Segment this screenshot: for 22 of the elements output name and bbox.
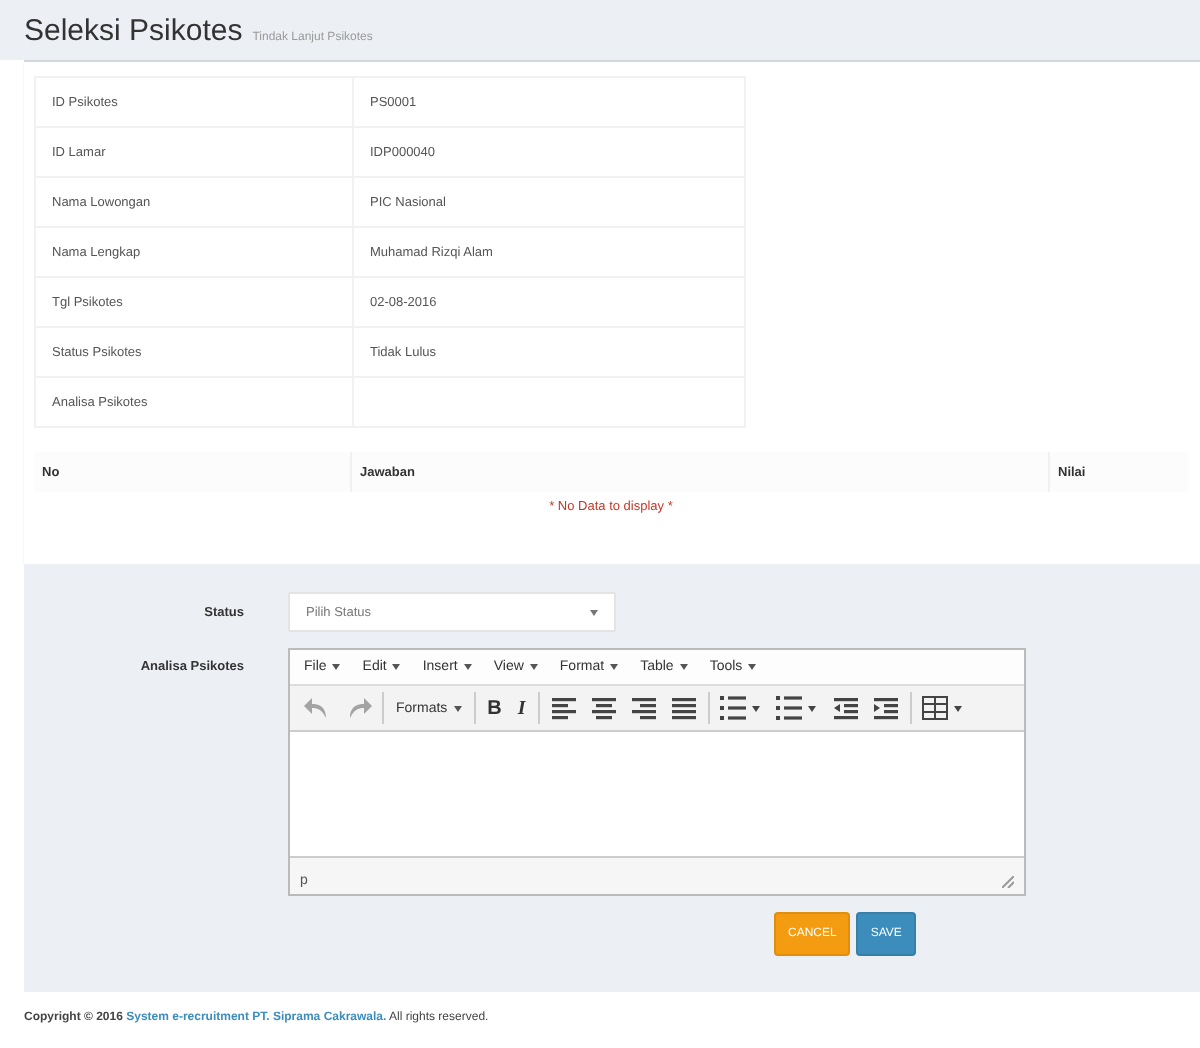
- align-left-icon[interactable]: [547, 692, 580, 724]
- numbered-list-icon[interactable]: [773, 692, 822, 724]
- caret-icon: [590, 609, 598, 615]
- caret-icon: [392, 664, 401, 670]
- align-right-icon[interactable]: [627, 692, 660, 724]
- caret-icon: [610, 664, 619, 670]
- caret-icon: [332, 664, 341, 670]
- outdent-icon[interactable]: [829, 692, 862, 724]
- bullet-list-icon[interactable]: [717, 692, 766, 724]
- italic-button[interactable]: I: [513, 697, 530, 719]
- align-justify-icon[interactable]: [667, 692, 700, 724]
- caret-icon: [679, 664, 688, 670]
- resize-handle-icon[interactable]: [1002, 876, 1014, 888]
- caret-icon: [529, 664, 538, 670]
- caret-icon: [463, 664, 472, 670]
- align-center-icon[interactable]: [587, 692, 620, 724]
- caret-icon: [453, 705, 462, 711]
- page-title: Seleksi Psikotes: [24, 14, 243, 48]
- indent-icon[interactable]: [869, 692, 902, 724]
- bold-button[interactable]: B: [483, 697, 506, 719]
- table-icon[interactable]: [919, 692, 968, 724]
- caret-icon: [748, 664, 757, 670]
